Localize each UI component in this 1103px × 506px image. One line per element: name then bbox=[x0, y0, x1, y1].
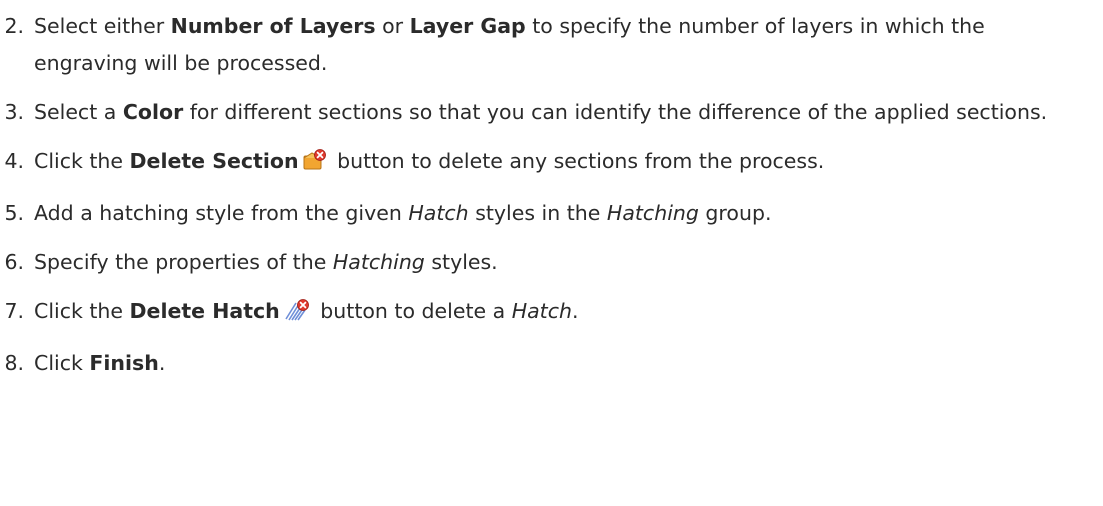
text-run: Select either bbox=[34, 14, 171, 38]
step-number: 4. bbox=[4, 149, 24, 173]
bold-term: Delete Section bbox=[129, 149, 299, 173]
list-item: 4. Click the Delete Section button to del… bbox=[0, 143, 1103, 183]
step-text: Select a Color for different sections so… bbox=[34, 94, 1094, 131]
italic-term: Hatching bbox=[332, 250, 425, 274]
text-run: button to delete a bbox=[313, 299, 512, 323]
bold-term: Finish bbox=[89, 351, 159, 375]
list-item: 7. Click the Delete Hatch button to delet… bbox=[0, 293, 1103, 333]
step-number: 2. bbox=[4, 14, 24, 38]
bold-term: Layer Gap bbox=[409, 14, 526, 38]
steps-list: 2. Select either Number of Layers or Laye… bbox=[0, 8, 1103, 382]
text-run: styles in the bbox=[468, 201, 607, 225]
bold-term: Delete Hatch bbox=[129, 299, 280, 323]
step-text: Click Finish. bbox=[34, 345, 165, 382]
list-item: 3. Select a Color for different sections … bbox=[0, 94, 1103, 131]
bold-term: Number of Layers bbox=[170, 14, 376, 38]
text-run: Click the bbox=[34, 299, 130, 323]
list-item: 2. Select either Number of Layers or Laye… bbox=[0, 8, 1103, 82]
list-item: 8. Click Finish. bbox=[0, 345, 1103, 382]
italic-term: Hatch bbox=[408, 201, 469, 225]
instructions-document: 2. Select either Number of Layers or Laye… bbox=[0, 0, 1103, 382]
text-run: Click the bbox=[34, 149, 130, 173]
list-item: 6. Specify the properties of the Hatching… bbox=[0, 244, 1103, 281]
step-number: 8. bbox=[4, 351, 24, 375]
text-run: for different sections so that you can i… bbox=[183, 100, 1048, 124]
step-number: 7. bbox=[4, 299, 24, 323]
text-run: Add a hatching style from the given bbox=[34, 201, 409, 225]
text-run: . bbox=[158, 351, 166, 375]
step-number: 3. bbox=[4, 100, 24, 124]
text-run: group. bbox=[698, 201, 772, 225]
bold-term: Color bbox=[122, 100, 184, 124]
delete-hatch-icon bbox=[284, 296, 310, 333]
step-number: 6. bbox=[4, 250, 24, 274]
text-run: button to delete any sections from the p… bbox=[330, 149, 825, 173]
list-item: 5. Add a hatching style from the given Ha… bbox=[0, 195, 1103, 232]
step-text: Specify the properties of the Hatching s… bbox=[34, 244, 498, 281]
text-run: Select a bbox=[34, 100, 123, 124]
step-text: Click the Delete Section button to delet… bbox=[34, 143, 824, 183]
text-run: Click bbox=[34, 351, 90, 375]
step-text: Select either Number of Layers or Layer … bbox=[34, 8, 1094, 82]
text-run: Specify the properties of the bbox=[34, 250, 333, 274]
step-number: 5. bbox=[4, 201, 24, 225]
italic-term: Hatching bbox=[606, 201, 699, 225]
italic-term: Hatch bbox=[511, 299, 572, 323]
text-run: styles. bbox=[424, 250, 498, 274]
step-text: Click the Delete Hatch button to delete … bbox=[34, 293, 579, 333]
text-run: or bbox=[375, 14, 410, 38]
step-text: Add a hatching style from the given Hatc… bbox=[34, 195, 771, 232]
delete-section-icon bbox=[303, 146, 327, 183]
text-run: . bbox=[571, 299, 579, 323]
